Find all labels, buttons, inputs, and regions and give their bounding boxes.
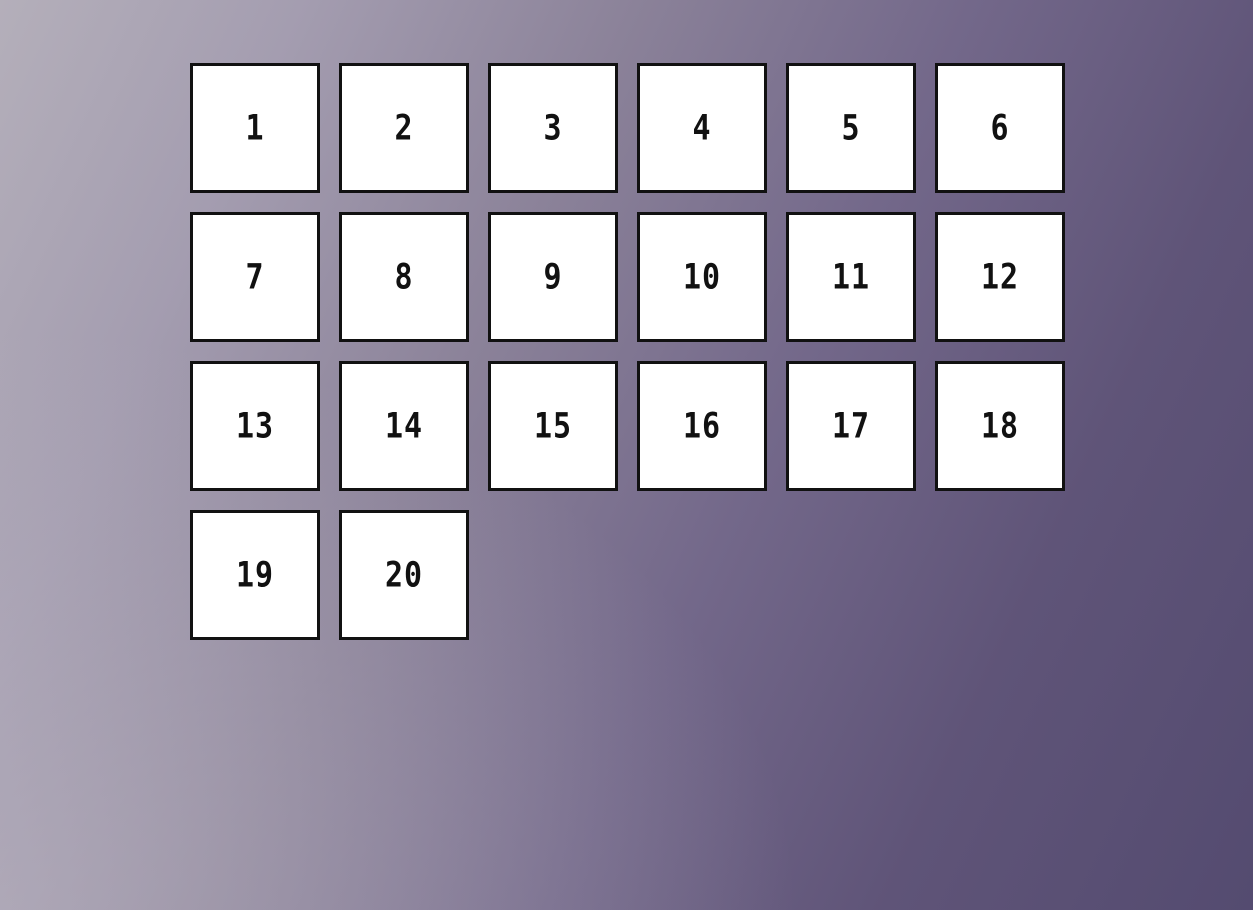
tile-number: 14 xyxy=(384,405,424,447)
tile-number: 6 xyxy=(990,107,1010,149)
level-tile-4[interactable]: 4 xyxy=(637,63,767,193)
tile-number: 5 xyxy=(841,107,861,149)
level-tile-6[interactable]: 6 xyxy=(935,63,1065,193)
tile-number: 20 xyxy=(384,554,424,596)
level-tile-7[interactable]: 7 xyxy=(190,212,320,342)
level-tile-20[interactable]: 20 xyxy=(339,510,469,640)
level-tile-14[interactable]: 14 xyxy=(339,361,469,491)
level-tile-9[interactable]: 9 xyxy=(488,212,618,342)
tile-number: 13 xyxy=(235,405,275,447)
level-tile-16[interactable]: 16 xyxy=(637,361,767,491)
tile-number: 10 xyxy=(682,256,722,298)
level-tile-1[interactable]: 1 xyxy=(190,63,320,193)
tile-number: 7 xyxy=(245,256,265,298)
level-tile-17[interactable]: 17 xyxy=(786,361,916,491)
tile-number: 11 xyxy=(831,256,871,298)
level-tile-15[interactable]: 15 xyxy=(488,361,618,491)
level-tile-10[interactable]: 10 xyxy=(637,212,767,342)
level-tile-18[interactable]: 18 xyxy=(935,361,1065,491)
tile-number: 4 xyxy=(692,107,712,149)
level-tile-11[interactable]: 11 xyxy=(786,212,916,342)
level-tile-grid: 1 2 3 4 5 6 7 8 9 10 11 12 13 14 15 16 1… xyxy=(190,63,1067,640)
tile-number: 9 xyxy=(543,256,563,298)
tile-number: 19 xyxy=(235,554,275,596)
tile-number: 8 xyxy=(394,256,414,298)
tile-number: 3 xyxy=(543,107,563,149)
tile-number: 2 xyxy=(394,107,414,149)
tile-number: 1 xyxy=(245,107,265,149)
level-tile-19[interactable]: 19 xyxy=(190,510,320,640)
level-tile-3[interactable]: 3 xyxy=(488,63,618,193)
level-tile-5[interactable]: 5 xyxy=(786,63,916,193)
level-tile-2[interactable]: 2 xyxy=(339,63,469,193)
tile-number: 16 xyxy=(682,405,722,447)
tile-number: 17 xyxy=(831,405,871,447)
tile-number: 18 xyxy=(980,405,1020,447)
level-tile-13[interactable]: 13 xyxy=(190,361,320,491)
tile-number: 12 xyxy=(980,256,1020,298)
level-tile-12[interactable]: 12 xyxy=(935,212,1065,342)
tile-number: 15 xyxy=(533,405,573,447)
level-tile-8[interactable]: 8 xyxy=(339,212,469,342)
